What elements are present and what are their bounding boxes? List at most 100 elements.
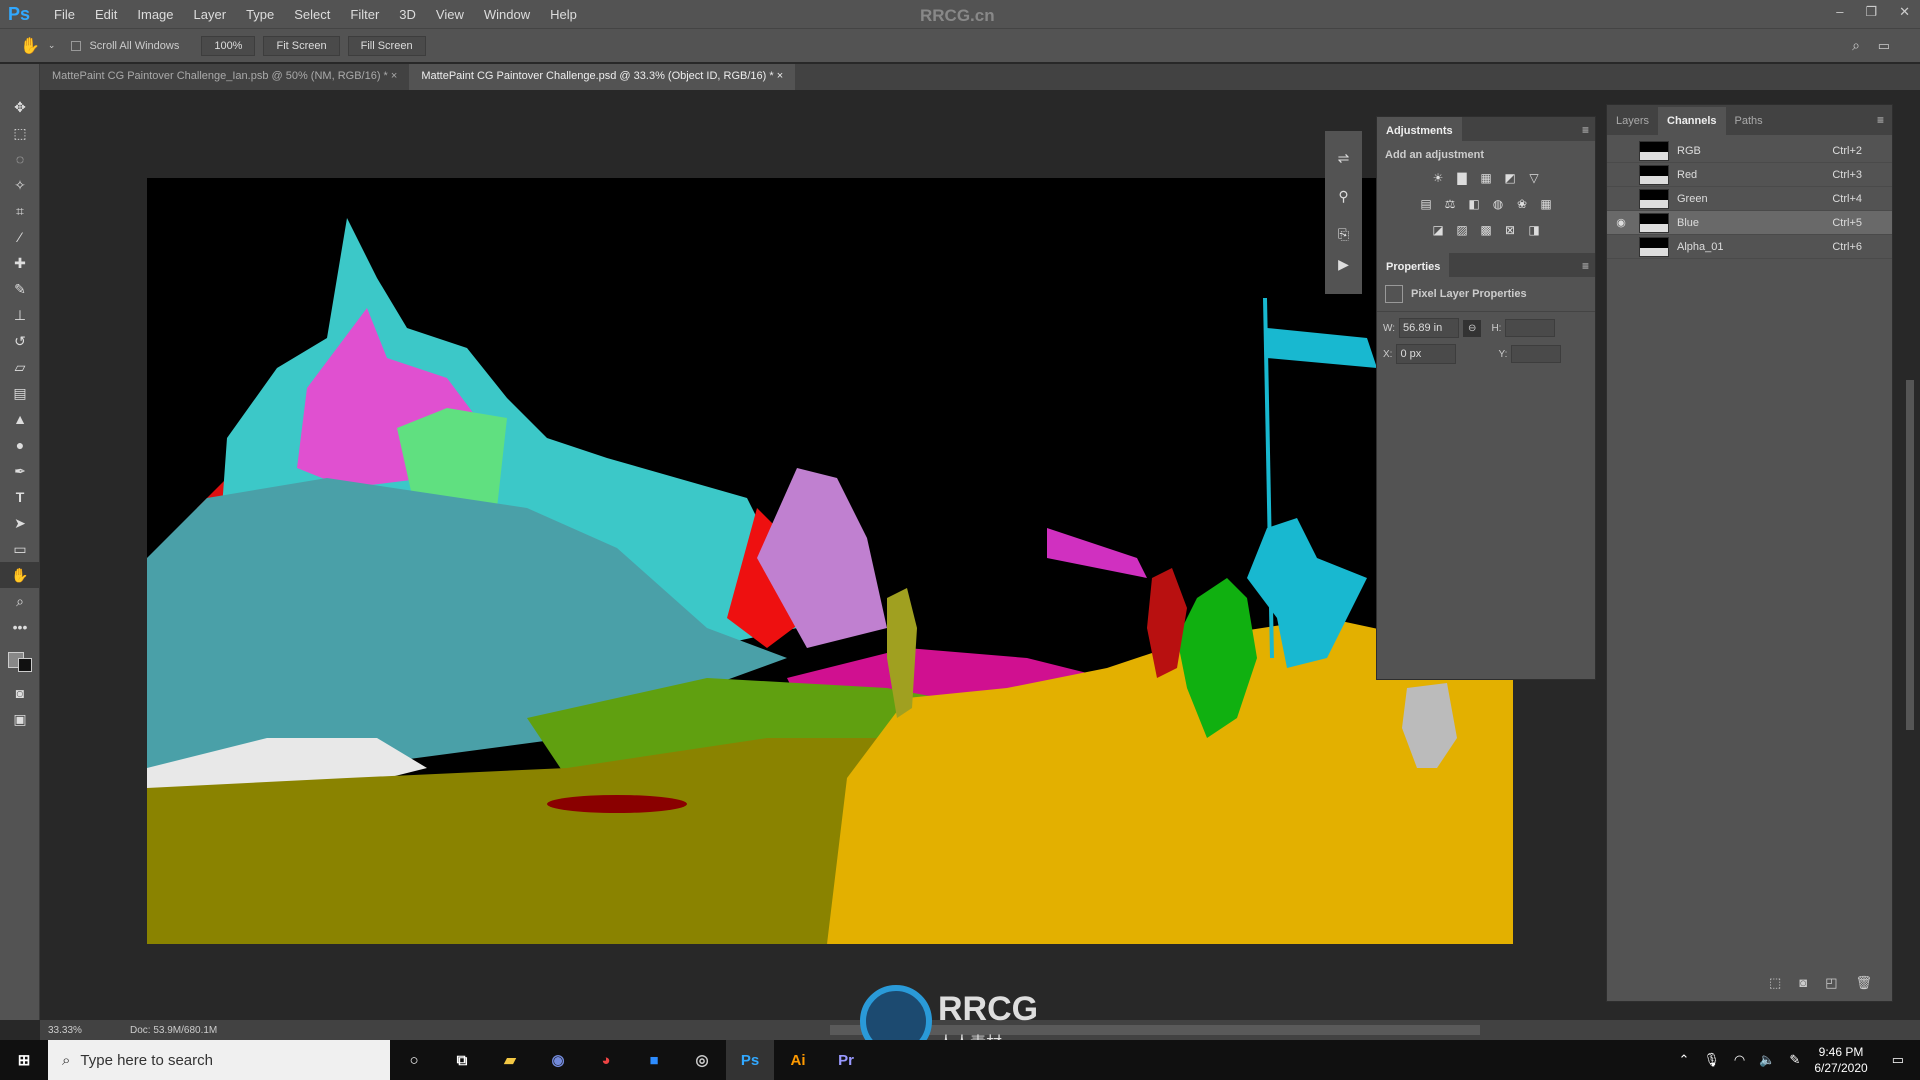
- fill-screen-button[interactable]: Fill Screen: [347, 35, 426, 56]
- height-field[interactable]: [1505, 319, 1556, 337]
- posterize-icon[interactable]: ▨: [1453, 222, 1471, 238]
- menu-select[interactable]: Select: [294, 7, 330, 22]
- new-channel-icon[interactable]: ◰: [1825, 975, 1837, 991]
- history-brush-tool-icon[interactable]: ↺: [0, 328, 40, 354]
- y-field[interactable]: [1511, 345, 1562, 363]
- invert-icon[interactable]: ◪: [1429, 222, 1447, 238]
- curves-icon[interactable]: ▦: [1477, 170, 1495, 186]
- gradient-tool-icon[interactable]: ▤: [0, 380, 40, 406]
- premiere-taskbar-icon[interactable]: Pr: [822, 1040, 870, 1080]
- clock-time[interactable]: 9:46 PM: [1814, 1044, 1867, 1060]
- clock-date[interactable]: 6/27/2020: [1814, 1060, 1867, 1076]
- path-select-tool-icon[interactable]: ➤: [0, 510, 40, 536]
- brush-tool-icon[interactable]: ✎: [0, 276, 40, 302]
- tray-chevron-icon[interactable]: ⌃: [1678, 1052, 1689, 1068]
- color-swatches[interactable]: [0, 640, 40, 680]
- menu-edit[interactable]: Edit: [95, 7, 117, 22]
- search-icon[interactable]: ⌕: [1852, 37, 1860, 54]
- quick-mask-icon[interactable]: ◙: [0, 680, 40, 706]
- properties-tab[interactable]: Properties: [1377, 253, 1450, 277]
- x-field[interactable]: 0 px: [1396, 344, 1457, 364]
- microphone-icon[interactable]: 🎙: [1703, 1052, 1720, 1068]
- zoom-tool-icon[interactable]: ⌕: [0, 588, 40, 614]
- menu-view[interactable]: View: [436, 7, 464, 22]
- clone-source-icon[interactable]: ⎘: [1325, 221, 1362, 247]
- move-tool-icon[interactable]: ✥: [0, 94, 40, 120]
- close-tab-icon[interactable]: ×: [391, 70, 397, 82]
- taskbar-search[interactable]: ⌕ Type here to search: [48, 1040, 390, 1080]
- fit-screen-button[interactable]: Fit Screen: [263, 35, 340, 56]
- eye-icon[interactable]: ◉: [1611, 216, 1631, 229]
- tab-layers[interactable]: Layers: [1607, 107, 1658, 135]
- document-canvas[interactable]: [147, 178, 1513, 944]
- tab-document-ian[interactable]: MattePaint CG Paintover Challenge_Ian.ps…: [40, 64, 409, 90]
- chrome-icon[interactable]: ◕: [582, 1040, 630, 1080]
- notifications-icon[interactable]: ▭: [1892, 1052, 1904, 1068]
- link-icon[interactable]: ⊖: [1463, 319, 1482, 337]
- windows-start-icon[interactable]: ⊞: [0, 1040, 48, 1080]
- file-explorer-icon[interactable]: ▰: [486, 1040, 534, 1080]
- eyedropper-tool-icon[interactable]: ⁄: [0, 224, 40, 250]
- photoshop-taskbar-icon[interactable]: Ps: [726, 1040, 774, 1080]
- illustrator-taskbar-icon[interactable]: Ai: [774, 1040, 822, 1080]
- photo-filter-icon[interactable]: ◍: [1489, 196, 1507, 212]
- dodge-tool-icon[interactable]: ●: [0, 432, 40, 458]
- screen-mode-icon[interactable]: ▣: [0, 706, 40, 732]
- wifi-icon[interactable]: ◠: [1734, 1052, 1745, 1068]
- color-lookup-icon[interactable]: ▦: [1537, 196, 1555, 212]
- menu-layer[interactable]: Layer: [194, 7, 227, 22]
- minimize-button[interactable]: –: [1836, 4, 1843, 20]
- tab-paths[interactable]: Paths: [1726, 107, 1772, 135]
- volume-icon[interactable]: 🔈: [1759, 1052, 1775, 1068]
- levels-icon[interactable]: ▇: [1453, 170, 1471, 186]
- menu-window[interactable]: Window: [484, 7, 530, 22]
- pen-tool-icon[interactable]: ✒: [0, 458, 40, 484]
- crop-tool-icon[interactable]: ⌗: [0, 198, 40, 224]
- menu-file[interactable]: File: [54, 7, 75, 22]
- gradient-map-icon[interactable]: ◨: [1525, 222, 1543, 238]
- channel-row-green[interactable]: Green Ctrl+4: [1607, 187, 1892, 211]
- more-tools-icon[interactable]: •••: [0, 614, 40, 640]
- stamp-tool-icon[interactable]: ⊥: [0, 302, 40, 328]
- menu-3d[interactable]: 3D: [399, 7, 416, 22]
- channel-row-alpha_01[interactable]: Alpha_01 Ctrl+6: [1607, 235, 1892, 259]
- zoom-100-button[interactable]: 100%: [201, 35, 256, 56]
- panel-menu-icon[interactable]: ≡: [1576, 253, 1595, 277]
- vertical-scrollbar[interactable]: [1906, 380, 1914, 730]
- scroll-all-windows-checkbox[interactable]: [71, 40, 82, 51]
- zoom-level[interactable]: 33.33%: [40, 1025, 110, 1036]
- color-balance-icon[interactable]: ⚖: [1441, 196, 1459, 212]
- save-selection-icon[interactable]: ◙: [1799, 975, 1807, 991]
- channel-mixer-icon[interactable]: ❀: [1513, 196, 1531, 212]
- obs-icon[interactable]: ◎: [678, 1040, 726, 1080]
- channel-row-red[interactable]: Red Ctrl+3: [1607, 163, 1892, 187]
- magic-wand-tool-icon[interactable]: ✧: [0, 172, 40, 198]
- tab-document-main[interactable]: MattePaint CG Paintover Challenge.psd @ …: [409, 64, 796, 90]
- menu-type[interactable]: Type: [246, 7, 274, 22]
- adjustments-tab[interactable]: Adjustments: [1377, 117, 1462, 141]
- exposure-icon[interactable]: ◩: [1501, 170, 1519, 186]
- workspace-icon[interactable]: ▭: [1878, 38, 1890, 54]
- menu-filter[interactable]: Filter: [350, 7, 379, 22]
- adjustments-panel-icon[interactable]: ⇌: [1325, 145, 1362, 171]
- restore-button[interactable]: ❐: [1865, 4, 1877, 20]
- hue-saturation-icon[interactable]: ▤: [1417, 196, 1435, 212]
- actions-play-icon[interactable]: ▶: [1325, 251, 1362, 277]
- width-field[interactable]: 56.89 in: [1399, 318, 1460, 338]
- black-white-icon[interactable]: ◧: [1465, 196, 1483, 212]
- blur-tool-icon[interactable]: ▲: [0, 406, 40, 432]
- close-tab-icon[interactable]: ×: [777, 70, 783, 82]
- zoom-app-icon[interactable]: ■: [630, 1040, 678, 1080]
- threshold-icon[interactable]: ▩: [1477, 222, 1495, 238]
- marquee-tool-icon[interactable]: ⬚: [0, 120, 40, 146]
- hand-tool-icon[interactable]: ✋: [0, 562, 40, 588]
- delete-channel-icon[interactable]: 🗑: [1855, 975, 1872, 991]
- rectangle-tool-icon[interactable]: ▭: [0, 536, 40, 562]
- chevron-down-icon[interactable]: ⌄: [48, 40, 56, 51]
- task-view-icon[interactable]: ⧉: [438, 1040, 486, 1080]
- healing-tool-icon[interactable]: ✚: [0, 250, 40, 276]
- tab-channels[interactable]: Channels: [1658, 107, 1726, 135]
- channel-row-rgb[interactable]: RGB Ctrl+2: [1607, 139, 1892, 163]
- pen-icon[interactable]: ✎: [1789, 1052, 1800, 1068]
- menu-help[interactable]: Help: [550, 7, 577, 22]
